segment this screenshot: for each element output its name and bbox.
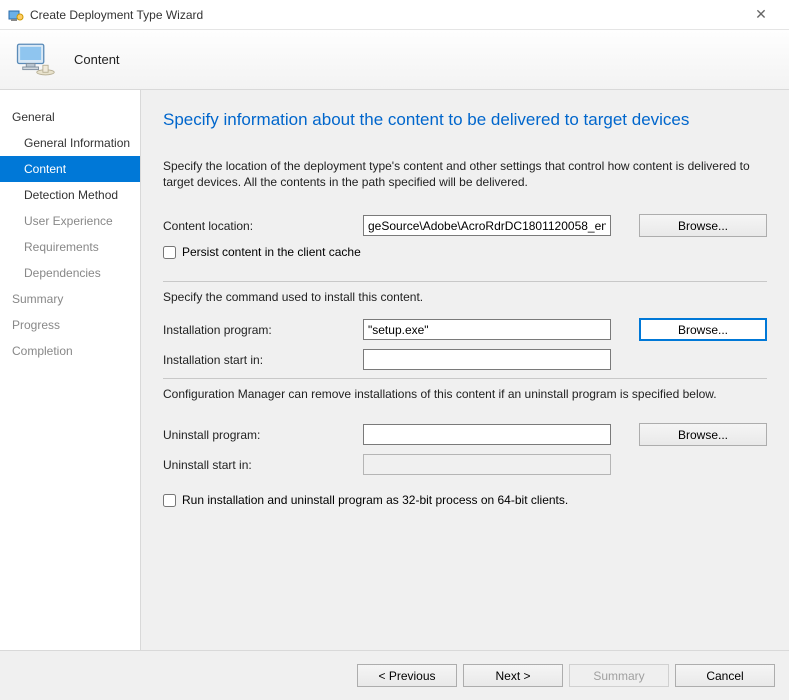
persist-content-label: Persist content in the client cache xyxy=(182,245,361,259)
titlebar: Create Deployment Type Wizard ✕ xyxy=(0,0,789,30)
window-title: Create Deployment Type Wizard xyxy=(30,8,741,22)
sidebar-item-detection-method[interactable]: Detection Method xyxy=(0,182,140,208)
install-section-text: Specify the command used to install this… xyxy=(163,290,767,304)
content-location-input[interactable] xyxy=(363,215,611,236)
header-computer-icon xyxy=(14,39,56,81)
content-location-label: Content location: xyxy=(163,219,363,233)
intro-text: Specify the location of the deployment t… xyxy=(163,158,767,190)
install-start-label: Installation start in: xyxy=(163,353,363,367)
uninstall-start-label: Uninstall start in: xyxy=(163,458,363,472)
uninstall-program-input[interactable] xyxy=(363,424,611,445)
sidebar: General General Information Content Dete… xyxy=(0,90,141,650)
header: Content xyxy=(0,30,789,90)
content-pane: Specify information about the content to… xyxy=(141,90,789,650)
uninstall-program-label: Uninstall program: xyxy=(163,428,363,442)
sidebar-item-dependencies[interactable]: Dependencies xyxy=(0,260,140,286)
sidebar-item-summary[interactable]: Summary xyxy=(0,286,140,312)
install-start-input[interactable] xyxy=(363,349,611,370)
browse-content-location-button[interactable]: Browse... xyxy=(639,214,767,237)
uninstall-start-input xyxy=(363,454,611,475)
sidebar-item-completion[interactable]: Completion xyxy=(0,338,140,364)
run-32bit-label: Run installation and uninstall program a… xyxy=(182,493,568,507)
previous-button[interactable]: < Previous xyxy=(357,664,457,687)
sidebar-item-progress[interactable]: Progress xyxy=(0,312,140,338)
next-button[interactable]: Next > xyxy=(463,664,563,687)
sidebar-item-user-experience[interactable]: User Experience xyxy=(0,208,140,234)
page-title: Specify information about the content to… xyxy=(163,110,767,130)
install-program-label: Installation program: xyxy=(163,323,363,337)
app-icon xyxy=(8,7,24,23)
footer: < Previous Next > Summary Cancel xyxy=(0,650,789,700)
sidebar-item-content[interactable]: Content xyxy=(0,156,140,182)
divider xyxy=(163,281,767,282)
run-32bit-checkbox[interactable] xyxy=(163,494,176,507)
summary-button: Summary xyxy=(569,664,669,687)
install-program-input[interactable] xyxy=(363,319,611,340)
browse-uninstall-program-button[interactable]: Browse... xyxy=(639,423,767,446)
header-title: Content xyxy=(74,52,120,67)
close-icon[interactable]: ✕ xyxy=(741,6,781,23)
sidebar-item-general-information[interactable]: General Information xyxy=(0,130,140,156)
sidebar-item-general[interactable]: General xyxy=(0,104,140,130)
cancel-button[interactable]: Cancel xyxy=(675,664,775,687)
persist-content-checkbox[interactable] xyxy=(163,246,176,259)
uninstall-section-text: Configuration Manager can remove install… xyxy=(163,387,767,401)
divider xyxy=(163,378,767,379)
sidebar-item-requirements[interactable]: Requirements xyxy=(0,234,140,260)
browse-install-program-button[interactable]: Browse... xyxy=(639,318,767,341)
